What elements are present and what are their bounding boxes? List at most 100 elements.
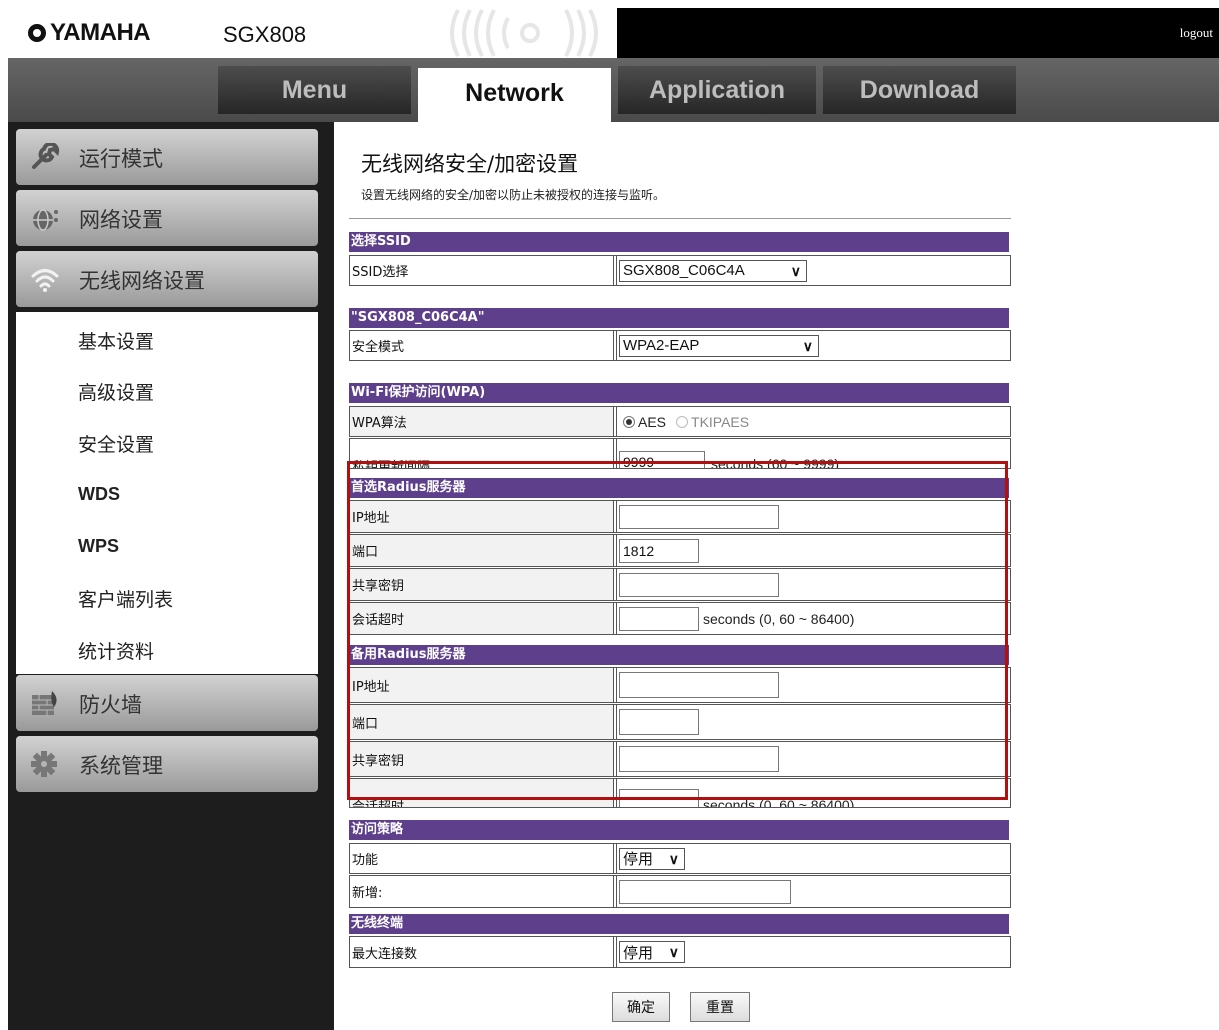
primary-secret-cell (616, 569, 1010, 600)
chevron-down-icon: ∨ (668, 850, 679, 867)
reset-button[interactable]: 重置 (690, 992, 750, 1022)
gear-icon (31, 751, 57, 777)
sidebar-subitem-wds[interactable]: WDS (78, 484, 120, 505)
sidebar-subitem-client-list[interactable]: 客户端列表 (78, 585, 173, 612)
sidebar-item-firewall[interactable]: 防火墙 (16, 675, 318, 731)
sidebar-item-label: 网络设置 (79, 208, 163, 232)
access-function-dropdown[interactable]: 停用 ∨ (619, 847, 685, 870)
sidebar: 运行模式 网络设置 无线网络设置 基本设置 高级设置 安全设置 WDS WPS … (8, 122, 334, 1030)
divider (349, 218, 1011, 219)
backup-ip-input[interactable] (619, 672, 779, 698)
primary-timeout-cell: seconds (0, 60 ~ 86400) (616, 603, 1010, 634)
row-key-interval: 私钥更新间隔 seconds (60 ~ 9999) (349, 438, 1011, 469)
max-connections-cell: 停用 ∨ (616, 937, 1010, 967)
row-backup-timeout: 会话超时 seconds (0, 60 ~ 86400) (349, 778, 1011, 808)
wpa-algorithm-cell: AES TKIPAES (616, 407, 1010, 436)
section-header-access-policy: 访问策略 (349, 820, 1009, 840)
section-header-backup-radius: 备用Radius服务器 (349, 645, 1009, 665)
backup-secret-input[interactable] (619, 746, 779, 772)
tuning-fork-logo-icon (28, 24, 46, 42)
tab-download[interactable]: Download (823, 66, 1016, 114)
sidebar-item-system-management[interactable]: 系统管理 (16, 736, 318, 792)
primary-ip-label: IP地址 (350, 501, 614, 532)
sidebar-subitem-statistics[interactable]: 统计资料 (78, 637, 154, 664)
backup-port-label: 端口 (350, 705, 614, 739)
primary-port-cell (616, 535, 1010, 566)
primary-timeout-label: 会话超时 (350, 603, 614, 634)
primary-port-input[interactable] (619, 538, 699, 563)
primary-secret-input[interactable] (619, 572, 779, 597)
access-add-input[interactable] (619, 879, 791, 904)
radio-aes-label: AES (638, 413, 667, 430)
sidebar-item-wireless-settings[interactable]: 无线网络设置 (16, 251, 318, 307)
chevron-down-icon: ∨ (668, 944, 679, 960)
primary-ip-cell (616, 501, 1010, 532)
row-access-function: 功能 停用 ∨ (349, 843, 1011, 874)
backup-timeout-label-text: 会话超时 (352, 800, 405, 808)
sidebar-item-label: 无线网络设置 (79, 269, 205, 293)
sidebar-subitem-advanced[interactable]: 高级设置 (78, 378, 154, 405)
backup-port-input[interactable] (619, 709, 699, 735)
primary-timeout-unit: seconds (0, 60 ~ 86400) (703, 610, 855, 627)
key-interval-input[interactable] (619, 451, 705, 468)
primary-secret-label: 共享密钥 (350, 569, 614, 600)
ssid-select-cell: SGX808_C06C4A ∨ (616, 256, 1010, 285)
access-add-label: 新增: (350, 876, 614, 907)
sidebar-submenu: 基本设置 高级设置 安全设置 WDS WPS 客户端列表 统计资料 (16, 312, 318, 674)
primary-ip-input[interactable] (619, 504, 779, 529)
max-connections-dropdown[interactable]: 停用 ∨ (619, 941, 685, 963)
ok-button[interactable]: 确定 (612, 992, 670, 1022)
tab-menu[interactable]: Menu (218, 66, 411, 114)
access-function-value: 停用 (623, 851, 654, 868)
logout-link[interactable]: logout (1180, 25, 1213, 41)
radio-dot-icon (676, 415, 689, 428)
row-backup-port: 端口 (349, 704, 1011, 740)
top-bar-left: YAMAHA SGX808 (8, 8, 617, 58)
row-backup-secret: 共享密钥 (349, 741, 1011, 777)
access-add-cell (616, 876, 1010, 907)
primary-timeout-input[interactable] (619, 606, 699, 631)
tab-application[interactable]: Application (618, 66, 816, 114)
primary-port-label: 端口 (350, 535, 614, 566)
max-connections-value: 停用 (623, 944, 654, 962)
sidebar-subitem-security[interactable]: 安全设置 (78, 430, 154, 457)
backup-timeout-label: 会话超时 (350, 779, 614, 807)
sidebar-item-label: 运行模式 (79, 147, 163, 171)
top-bar: YAMAHA SGX808 logout (8, 8, 1219, 58)
row-primary-timeout: 会话超时 seconds (0, 60 ~ 86400) (349, 602, 1011, 635)
radio-dot-icon (623, 415, 635, 428)
ssid-dropdown[interactable]: SGX808_C06C4A ∨ (619, 259, 807, 282)
row-ssid-select: SSID选择 SGX808_C06C4A ∨ (349, 255, 1011, 286)
section-header-wireless-terminal: 无线终端 (349, 914, 1009, 934)
sidebar-item-operation-mode[interactable]: 运行模式 (16, 129, 318, 185)
ssid-select-label: SSID选择 (350, 256, 614, 285)
page-description: 设置无线网络的安全/加密以防止未被授权的连接与监听。 (361, 188, 666, 202)
backup-timeout-cell: seconds (0, 60 ~ 86400) (616, 779, 1010, 807)
access-function-label: 功能 (350, 844, 614, 873)
key-interval-unit: seconds (60 ~ 9999) (711, 456, 840, 469)
globe-icon (33, 209, 58, 231)
ssid-dropdown-value: SGX808_C06C4A (623, 262, 745, 279)
sidebar-item-label: 系统管理 (79, 754, 163, 778)
radio-aes[interactable]: AES (623, 414, 666, 430)
page-title: 无线网络安全/加密设置 (361, 152, 579, 176)
firewall-icon (32, 691, 57, 715)
brand-name: YAMAHA (50, 19, 151, 46)
sidebar-subitem-wps[interactable]: WPS (78, 536, 119, 557)
sidebar-subitem-basic[interactable]: 基本设置 (78, 327, 154, 354)
backup-timeout-input[interactable] (619, 789, 699, 807)
row-primary-port: 端口 (349, 534, 1011, 567)
sidebar-item-label: 防火墙 (79, 693, 142, 717)
section-header-wpa: Wi-Fi保护访问(WPA) (349, 383, 1009, 403)
key-interval-label-text: 私钥更新间隔 (352, 460, 431, 469)
tab-network[interactable]: Network (418, 68, 611, 122)
chevron-down-icon: ∨ (802, 337, 813, 354)
sidebar-item-network-settings[interactable]: 网络设置 (16, 190, 318, 246)
radio-tkipaes[interactable]: TKIPAES (676, 414, 749, 430)
main-nav: Menu Network Application Download (8, 58, 1219, 122)
yamaha-logo: YAMAHA (28, 19, 151, 47)
row-access-add: 新增: (349, 875, 1011, 908)
key-interval-cell: seconds (60 ~ 9999) (616, 439, 1010, 468)
security-mode-dropdown[interactable]: WPA2-EAP ∨ (619, 334, 819, 357)
section-header-ssid-name: "SGX808_C06C4A" (349, 308, 1009, 328)
